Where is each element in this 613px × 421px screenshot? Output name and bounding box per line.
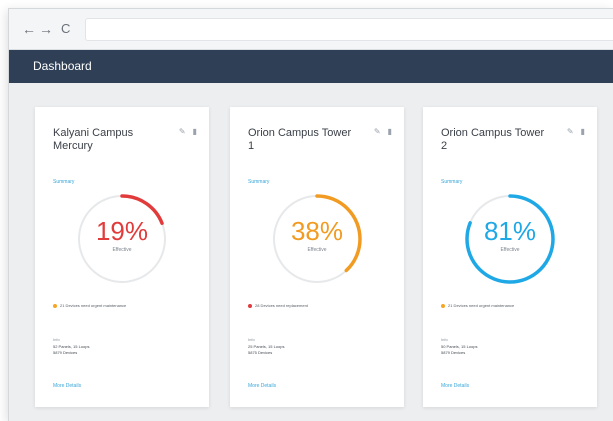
summary-link[interactable]: Summary (441, 179, 462, 185)
alert-dot-icon (53, 303, 57, 308)
pencil-icon[interactable]: ✎ (374, 127, 381, 136)
campus-card: Orion Campus Tower 2 ✎ ▮ Summary 81% Eff… (423, 107, 597, 407)
info-lines: 52 Panels, 15 Loops 5879 Devices (53, 344, 89, 356)
info-line-devices: 5879 Devices (441, 350, 466, 355)
card-actions: ✎ ▮ (374, 127, 392, 136)
alert-dot-icon (441, 303, 445, 308)
trash-icon[interactable]: ▮ (581, 127, 585, 136)
campus-card: Orion Campus Tower 1 ✎ ▮ Summary 38% Eff… (230, 107, 404, 407)
info-label: Info (441, 337, 448, 342)
campus-card: Kalyani Campus Mercury ✎ ▮ Summary 19% E… (35, 107, 209, 407)
gauge-status: Effective (500, 247, 520, 253)
alert-row: 28 Devices need replacement (248, 303, 394, 308)
pencil-icon[interactable]: ✎ (179, 127, 186, 136)
info-line-devices: 5875 Devices (248, 350, 273, 355)
page-title: Dashboard (33, 59, 92, 73)
more-details-link[interactable]: More Details (53, 383, 81, 389)
back-arrow-icon[interactable]: ← (22, 20, 36, 38)
browser-window: ← → C Dashboard Kalyani Campus Mercury ✎… (8, 8, 613, 421)
card-actions: ✎ ▮ (179, 127, 197, 136)
alert-text: 21 Devices need urgent maintenance (60, 303, 127, 308)
more-details-link[interactable]: More Details (441, 383, 469, 389)
effectiveness-gauge: 19% Effective (72, 189, 172, 289)
summary-link[interactable]: Summary (248, 179, 269, 185)
alert-text: 28 Devices need replacement (255, 303, 308, 308)
card-title: Orion Campus Tower 2 (441, 127, 545, 152)
address-bar[interactable] (85, 18, 613, 41)
gauge-percent: 38% (290, 216, 344, 246)
effectiveness-gauge: 38% Effective (267, 189, 367, 289)
card-title: Kalyani Campus Mercury (53, 127, 134, 152)
info-lines: 25 Panels, 15 Loops 5875 Devices (248, 344, 284, 356)
trash-icon[interactable]: ▮ (388, 127, 392, 136)
forward-arrow-icon[interactable]: → (39, 20, 53, 38)
card-actions: ✎ ▮ (567, 127, 585, 136)
alert-dot-icon (248, 303, 252, 308)
info-lines: 50 Panels, 15 Loops 5879 Devices (441, 344, 477, 356)
gauge-percent: 19% (95, 216, 149, 246)
alert-text: 21 Devices need urgent maintenance (448, 303, 515, 308)
info-line-devices: 5879 Devices (53, 350, 78, 355)
card-title: Orion Campus Tower 1 (248, 127, 352, 152)
gauge-status: Effective (112, 247, 132, 253)
summary-link[interactable]: Summary (53, 179, 74, 185)
browser-toolbar: ← → C (9, 9, 613, 50)
alert-row: 21 Devices need urgent maintenance (441, 303, 587, 308)
reload-icon[interactable]: C (61, 20, 70, 38)
info-label: Info (53, 337, 60, 342)
gauge-status: Effective (307, 247, 327, 253)
campus-cards: Kalyani Campus Mercury ✎ ▮ Summary 19% E… (9, 99, 613, 421)
gauge-percent: 81% (483, 216, 537, 246)
more-details-link[interactable]: More Details (248, 383, 276, 389)
app-header: Dashboard (9, 50, 613, 83)
alert-row: 21 Devices need urgent maintenance (53, 303, 199, 308)
trash-icon[interactable]: ▮ (193, 127, 197, 136)
pencil-icon[interactable]: ✎ (567, 127, 574, 136)
effectiveness-gauge: 81% Effective (460, 189, 560, 289)
info-label: Info (248, 337, 255, 342)
